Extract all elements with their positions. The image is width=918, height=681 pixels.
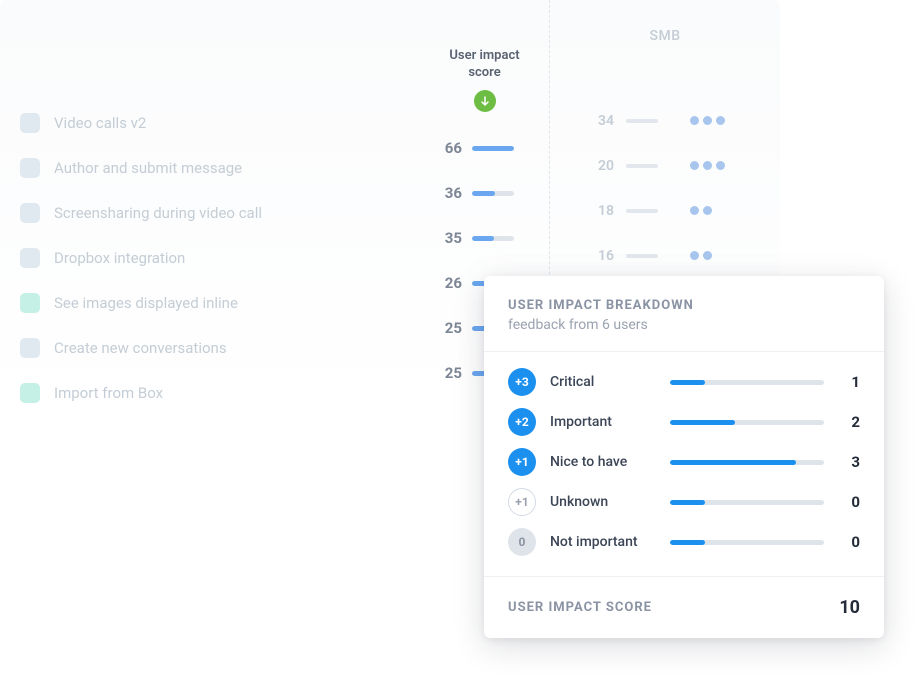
score-value: 25: [438, 364, 462, 382]
breakdown-label: Not important: [550, 534, 656, 550]
breakdown-label: Important: [550, 414, 656, 430]
breakdown-row: +1 Nice to have 3: [508, 442, 860, 482]
breakdown-bar: [670, 540, 824, 545]
smb-dots: [690, 251, 712, 260]
feature-list: Video calls v2 Author and submit message S…: [0, 0, 420, 410]
smb-row: 20: [550, 143, 780, 188]
breakdown-bar: [670, 460, 824, 465]
dot-icon: [703, 206, 712, 215]
breakdown-footer-label: USER IMPACT SCORE: [508, 600, 652, 615]
breakdown-bar: [670, 420, 824, 425]
breakdown-count: 3: [838, 453, 860, 471]
dot-icon: [703, 251, 712, 260]
smb-bar: [626, 119, 658, 123]
breakdown-body: +3Critical1+2Important2+1Nice to have3+1…: [484, 352, 884, 576]
feature-label: Dropbox integration: [54, 249, 185, 267]
breakdown-footer: USER IMPACT SCORE 10: [484, 576, 884, 638]
dot-icon: [690, 116, 699, 125]
smb-row: 34: [550, 98, 780, 143]
smb-value: 16: [592, 248, 614, 264]
score-value: 26: [438, 274, 462, 292]
breakdown-count: 0: [838, 493, 860, 511]
breakdown-label: Critical: [550, 374, 656, 390]
dot-icon: [690, 251, 699, 260]
breakdown-row: +1 Unknown 0: [508, 482, 860, 522]
score-value: 66: [438, 139, 462, 157]
smb-value: 18: [592, 203, 614, 219]
score-bar: [472, 191, 514, 196]
score-row: 66: [420, 126, 549, 171]
dot-icon: [690, 161, 699, 170]
feature-item[interactable]: Video calls v2: [20, 100, 400, 145]
sort-descending-icon[interactable]: [474, 90, 496, 112]
feature-label: See images displayed inline: [54, 294, 238, 312]
smb-row: 18: [550, 188, 780, 233]
feature-checkbox[interactable]: [20, 383, 40, 403]
feature-checkbox[interactable]: [20, 158, 40, 178]
smb-dots: [690, 161, 725, 170]
breakdown-count: 0: [838, 533, 860, 551]
breakdown-row: +3 Critical 1: [508, 362, 860, 402]
weight-badge: +1: [508, 488, 536, 516]
weight-badge: +1: [508, 448, 536, 476]
smb-value: 20: [592, 158, 614, 174]
breakdown-bar: [670, 380, 824, 385]
dot-icon: [703, 161, 712, 170]
breakdown-footer-total: 10: [839, 597, 860, 618]
score-row: 36: [420, 171, 549, 216]
weight-badge: +2: [508, 408, 536, 436]
score-value: 25: [438, 319, 462, 337]
weight-badge: +3: [508, 368, 536, 396]
breakdown-row: 0 Not important 0: [508, 522, 860, 562]
feature-item[interactable]: See images displayed inline: [20, 280, 400, 325]
feature-item[interactable]: Author and submit message: [20, 145, 400, 190]
score-header: User impact score: [420, 48, 549, 82]
score-bar: [472, 236, 514, 241]
smb-dots: [690, 116, 725, 125]
score-value: 36: [438, 184, 462, 202]
breakdown-card: USER IMPACT BREAKDOWN feedback from 6 us…: [484, 276, 884, 638]
score-row: 35: [420, 216, 549, 261]
score-value: 35: [438, 229, 462, 247]
score-bar: [472, 146, 514, 151]
weight-badge: 0: [508, 528, 536, 556]
smb-value: 34: [592, 113, 614, 129]
dot-icon: [690, 206, 699, 215]
smb-header: SMB: [550, 28, 780, 44]
feature-item[interactable]: Import from Box: [20, 370, 400, 415]
breakdown-bar: [670, 500, 824, 505]
feature-checkbox[interactable]: [20, 248, 40, 268]
breakdown-count: 1: [838, 373, 860, 391]
feature-label: Screensharing during video call: [54, 204, 262, 222]
breakdown-title: USER IMPACT BREAKDOWN: [508, 298, 860, 313]
smb-bar: [626, 209, 658, 213]
breakdown-label: Nice to have: [550, 454, 656, 470]
breakdown-header: USER IMPACT BREAKDOWN feedback from 6 us…: [484, 276, 884, 352]
feature-label: Import from Box: [54, 384, 163, 402]
breakdown-count: 2: [838, 413, 860, 431]
dot-icon: [716, 161, 725, 170]
score-header-line1: User impact: [420, 48, 549, 65]
smb-dots: [690, 206, 712, 215]
feature-checkbox[interactable]: [20, 203, 40, 223]
smb-bar: [626, 164, 658, 168]
dot-icon: [716, 116, 725, 125]
feature-label: Video calls v2: [54, 114, 146, 132]
smb-bar: [626, 254, 658, 258]
feature-item[interactable]: Screensharing during video call: [20, 190, 400, 235]
feature-checkbox[interactable]: [20, 113, 40, 133]
dot-icon: [703, 116, 712, 125]
smb-row: 16: [550, 233, 780, 278]
feature-checkbox[interactable]: [20, 293, 40, 313]
feature-label: Create new conversations: [54, 339, 227, 357]
feature-item[interactable]: Dropbox integration: [20, 235, 400, 280]
score-header-line2: score: [420, 65, 549, 82]
breakdown-subtitle: feedback from 6 users: [508, 317, 860, 333]
breakdown-label: Unknown: [550, 494, 656, 510]
feature-label: Author and submit message: [54, 159, 242, 177]
feature-item[interactable]: Create new conversations: [20, 325, 400, 370]
feature-checkbox[interactable]: [20, 338, 40, 358]
breakdown-row: +2 Important 2: [508, 402, 860, 442]
